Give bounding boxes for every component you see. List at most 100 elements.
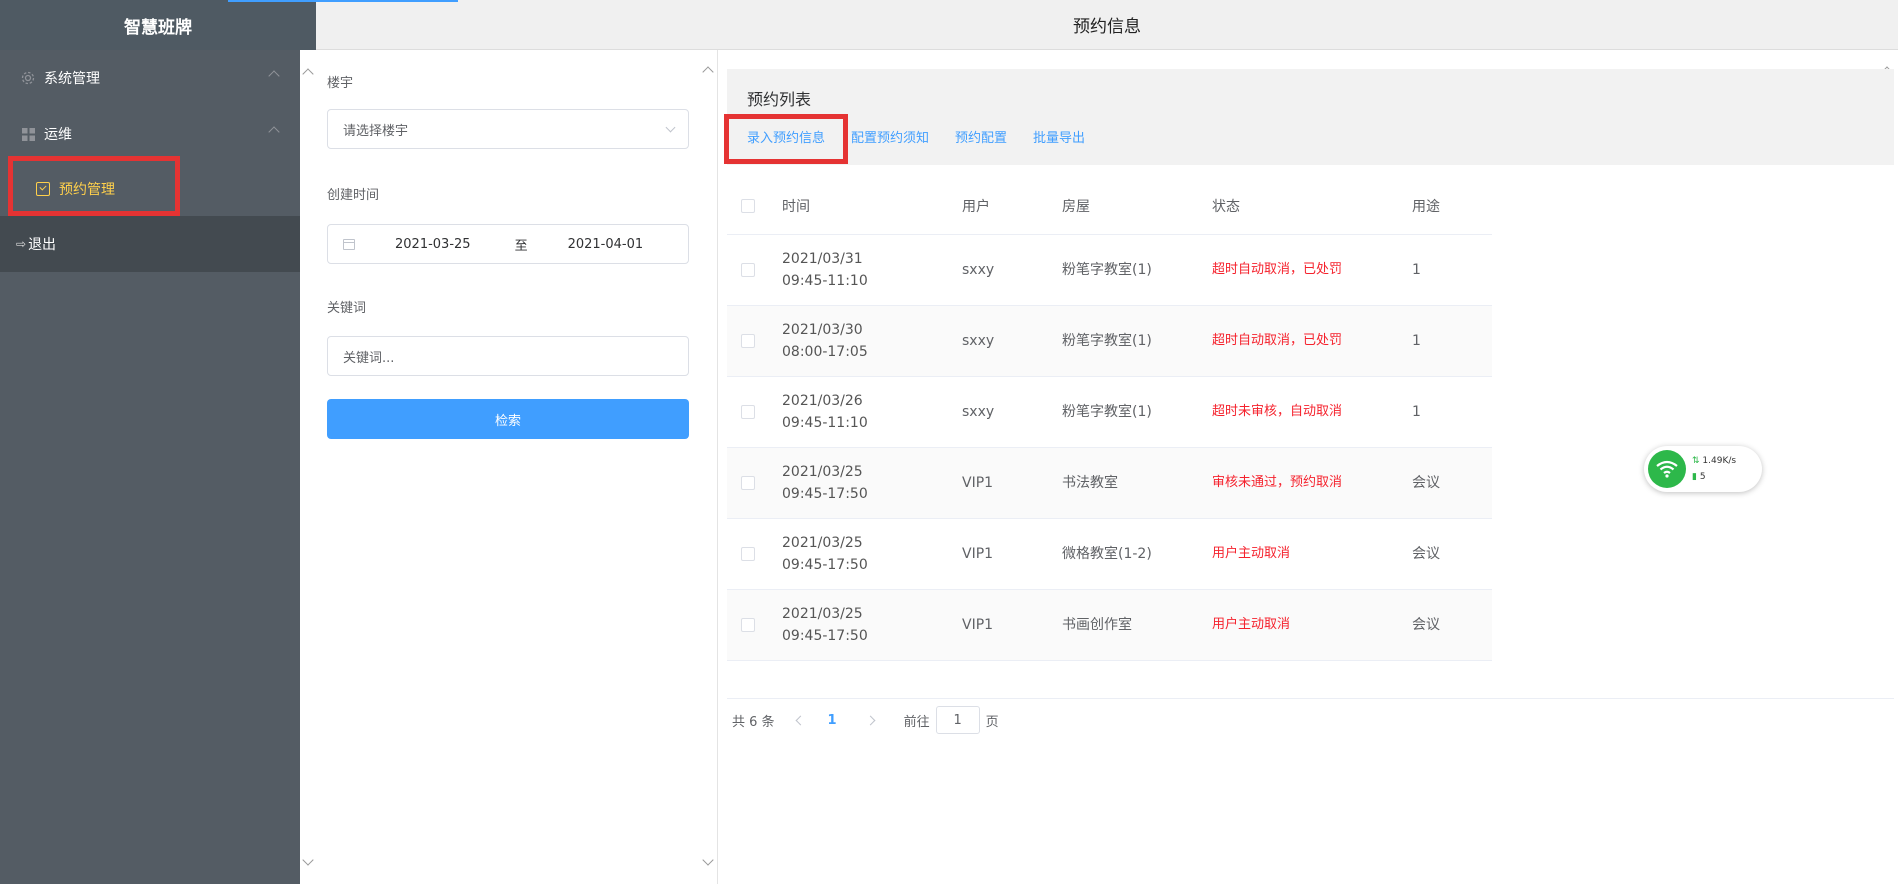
column-header-status: 状态 [1212, 179, 1412, 235]
table-row[interactable]: 2021/03/25 09:45-17:50 VIP1 书法教室 审核未通过，预约… [727, 447, 1492, 519]
row-room: 微格教室(1-2) [1062, 518, 1212, 590]
row-use: 会议 [1412, 518, 1492, 590]
top-bar: 智慧班牌 预约信息 [0, 0, 1898, 50]
table-header-row: 时间 用户 房屋 状态 用途 [727, 179, 1492, 235]
date-end[interactable]: 2021-04-01 [568, 237, 644, 252]
booking-notice-button[interactable]: 配置预约须知 [851, 127, 929, 146]
row-date: 2021/03/31 [782, 250, 863, 267]
logout-icon: ⇨ [16, 237, 27, 251]
pagination-current-page[interactable]: 1 [828, 713, 837, 728]
transfer-icon: ⇅ [1692, 456, 1700, 466]
booking-table: 时间 用户 房屋 状态 用途 2021/03/31 09:45-11:10 sxx… [727, 179, 1492, 661]
row-status: 超时自动取消，已处罚 [1212, 305, 1412, 377]
row-time: 09:45-11:10 [782, 272, 868, 289]
pagination-total: 共 6 条 [732, 714, 775, 730]
highlight-box-sidebar [8, 156, 180, 216]
app-brand: 智慧班牌 [0, 0, 316, 50]
chevron-down-icon [665, 122, 676, 133]
scroll-up-icon[interactable] [702, 66, 714, 78]
date-start[interactable]: 2021-03-25 [395, 237, 471, 252]
table-row[interactable]: 2021/03/25 09:45-17:50 VIP1 微格教室(1-2) 用户主… [727, 518, 1492, 590]
row-status: 超时自动取消，已处罚 [1212, 234, 1412, 306]
created-time-label: 创建时间 [327, 188, 380, 203]
chevron-up-icon [268, 126, 280, 138]
date-range-picker[interactable]: 2021-03-25 至 2021-04-01 [327, 224, 689, 264]
sidebar-item-label: 退出 [28, 237, 57, 253]
row-time: 09:45-17:50 [782, 627, 868, 644]
row-checkbox[interactable] [741, 404, 755, 419]
column-header-use: 用途 [1412, 179, 1492, 235]
date-separator: 至 [514, 238, 528, 254]
row-date: 2021/03/26 [782, 392, 863, 409]
row-status: 用户主动取消 [1212, 589, 1412, 661]
row-room: 粉笔字教室(1) [1062, 305, 1212, 377]
select-all-checkbox[interactable] [741, 199, 755, 214]
keyword-label: 关键词 [327, 301, 367, 316]
sidebar-item-system[interactable]: 系统管理 [0, 50, 300, 106]
calendar-icon [343, 238, 355, 250]
table-row[interactable]: 2021/03/25 09:45-17:50 VIP1 书画创作室 用户主动取消 … [727, 589, 1492, 661]
pagination: 共 6 条 1 前往 1 页 [732, 706, 999, 734]
row-room: 书法教室 [1062, 447, 1212, 519]
row-time: 09:45-11:10 [782, 414, 868, 431]
loading-bar [228, 0, 458, 2]
pagination-goto-prefix: 前往 [903, 714, 930, 730]
table-row[interactable]: 2021/03/31 09:45-11:10 sxxy 粉笔字教室(1) 超时自动… [727, 234, 1492, 306]
row-use: 1 [1412, 305, 1492, 377]
row-date: 2021/03/25 [782, 463, 863, 480]
table-bottom-divider [727, 698, 1894, 699]
gear-icon [20, 70, 36, 86]
row-user: VIP1 [962, 518, 1062, 590]
chevron-up-icon [268, 70, 280, 82]
column-header-user: 用户 [962, 179, 1062, 235]
building-select[interactable]: 请选择楼宇 [327, 109, 689, 149]
row-checkbox[interactable] [741, 333, 755, 348]
pagination-goto-suffix: 页 [985, 714, 999, 730]
scroll-up-icon[interactable] [302, 68, 314, 80]
net-count: 5 [1699, 472, 1706, 482]
scroll-down-icon[interactable] [702, 854, 714, 866]
row-date: 2021/03/30 [782, 321, 863, 338]
scroll-down-icon[interactable] [302, 854, 314, 866]
row-checkbox[interactable] [741, 617, 755, 632]
wifi-icon [1648, 450, 1686, 488]
list-card-header: 预约列表 录入预约信息 配置预约须知 预约配置 批量导出 [727, 69, 1894, 165]
row-user: VIP1 [962, 589, 1062, 661]
row-user: sxxy [962, 305, 1062, 377]
network-speed-widget[interactable]: ⇅ 1.49K/s ▮ 5 [1644, 446, 1762, 492]
booking-config-button[interactable]: 预约配置 [955, 127, 1007, 146]
sidebar-item-logout[interactable]: ⇨ 退出 [0, 216, 300, 272]
keyword-input[interactable]: 关键词... [327, 336, 689, 376]
sidebar-item-ops[interactable]: 运维 [0, 106, 300, 162]
column-header-room: 房屋 [1062, 179, 1212, 235]
row-use: 会议 [1412, 447, 1492, 519]
row-room: 粉笔字教室(1) [1062, 376, 1212, 448]
row-room: 书画创作室 [1062, 589, 1212, 661]
page-title: 预约信息 [316, 0, 1898, 50]
row-user: sxxy [962, 376, 1062, 448]
table-row[interactable]: 2021/03/26 09:45-11:10 sxxy 粉笔字教室(1) 超时未审… [727, 376, 1492, 448]
row-use: 1 [1412, 376, 1492, 448]
row-time: 09:45-17:50 [782, 556, 868, 573]
row-use: 会议 [1412, 589, 1492, 661]
net-speed: 1.49K/s [1702, 456, 1737, 466]
row-status: 审核未通过，预约取消 [1212, 447, 1412, 519]
row-room: 粉笔字教室(1) [1062, 234, 1212, 306]
table-row[interactable]: 2021/03/30 08:00-17:05 sxxy 粉笔字教室(1) 超时自动… [727, 305, 1492, 377]
battery-icon: ▮ [1692, 472, 1697, 482]
building-select-placeholder: 请选择楼宇 [343, 123, 409, 139]
row-checkbox[interactable] [741, 262, 755, 277]
chevron-left-icon[interactable] [795, 715, 805, 725]
column-header-time: 时间 [782, 179, 962, 235]
list-title: 预约列表 [747, 90, 812, 109]
search-button[interactable]: 检索 [327, 399, 689, 439]
pagination-goto-input[interactable]: 1 [935, 706, 980, 734]
filter-panel: 楼宇 请选择楼宇 创建时间 2021-03-25 至 2021-04-01 关键… [300, 50, 718, 884]
row-user: VIP1 [962, 447, 1062, 519]
row-use: 1 [1412, 234, 1492, 306]
chevron-right-icon[interactable] [865, 715, 876, 725]
row-checkbox[interactable] [741, 475, 755, 490]
row-status: 超时未审核，自动取消 [1212, 376, 1412, 448]
row-checkbox[interactable] [741, 546, 755, 561]
batch-export-button[interactable]: 批量导出 [1033, 127, 1085, 146]
